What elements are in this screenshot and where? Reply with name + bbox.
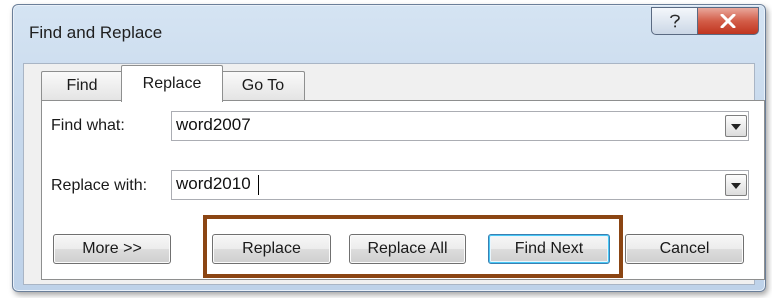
replace-all-button[interactable]: Replace All	[349, 234, 466, 264]
chevron-down-icon	[731, 117, 741, 135]
find-replace-dialog: Find and Replace Find Replace Go To Find…	[12, 4, 766, 292]
replace-with-input[interactable]	[172, 171, 716, 197]
tab-replace-label: Replace	[142, 75, 202, 92]
replace-with-label: Replace with:	[51, 177, 148, 194]
tab-find[interactable]: Find	[41, 71, 123, 100]
tab-go-to[interactable]: Go To	[221, 71, 305, 100]
find-what-label: Find what:	[51, 117, 125, 134]
tab-find-label: Find	[66, 77, 98, 94]
dialog-title: Find and Replace	[29, 23, 163, 42]
find-what-dropdown-button[interactable]	[725, 115, 747, 137]
text-caret	[258, 175, 259, 195]
help-button[interactable]	[651, 7, 699, 35]
find-what-combobox[interactable]	[171, 111, 749, 141]
tab-go-to-label: Go To	[241, 77, 285, 94]
cancel-button[interactable]: Cancel	[625, 234, 744, 264]
replace-button[interactable]: Replace	[212, 234, 331, 264]
tab-replace[interactable]: Replace	[121, 65, 223, 102]
find-what-input[interactable]	[172, 112, 716, 138]
find-next-button[interactable]: Find Next	[488, 234, 610, 264]
replace-with-combobox[interactable]	[171, 170, 749, 200]
question-mark-icon	[667, 12, 683, 30]
close-button[interactable]	[697, 7, 759, 35]
replace-with-dropdown-button[interactable]	[725, 174, 747, 196]
close-x-icon	[720, 14, 736, 28]
chevron-down-icon	[731, 176, 741, 194]
more-button[interactable]: More >>	[53, 234, 171, 264]
